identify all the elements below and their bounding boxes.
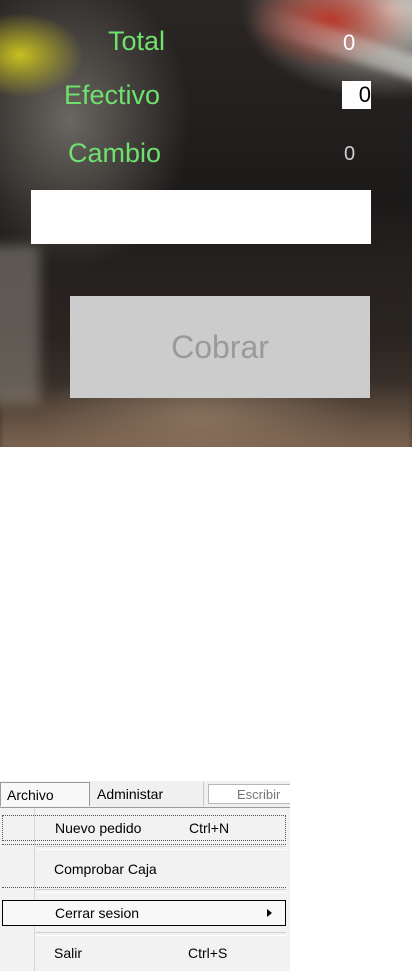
menu-item-label: Comprobar Caja (54, 861, 157, 877)
cash-label: Efectivo (64, 80, 161, 110)
menu-separator (36, 889, 286, 893)
menu-separator (36, 846, 286, 850)
archivo-dropdown-menu: Nuevo pedido Ctrl+N Comprobar Caja Cerra… (0, 807, 290, 971)
change-label: Cambio (68, 138, 162, 168)
menu-separator (36, 932, 286, 936)
menu-tab-archivo[interactable]: Archivo (0, 782, 90, 806)
submenu-arrow-icon (267, 909, 272, 917)
menu-item-salir[interactable]: Salir Ctrl+S (2, 941, 286, 967)
menu-tab-administar[interactable]: Administar (91, 782, 204, 806)
menu-item-cerrar-sesion[interactable]: Cerrar sesion (2, 900, 286, 926)
background-photo-highlight (251, 4, 412, 90)
cash-input[interactable] (342, 81, 371, 109)
change-value: 0 (344, 143, 356, 165)
menu-search-input[interactable] (208, 784, 290, 804)
total-value: 0 (343, 30, 356, 55)
charge-button[interactable]: Cobrar (70, 296, 370, 398)
total-label: Total (108, 26, 166, 56)
payment-panel: Total 0 Efectivo Cambio 0 Cobrar (0, 0, 412, 447)
menu-separator (2, 887, 286, 888)
menu-item-label: Nuevo pedido (55, 820, 142, 836)
menu-item-nuevo-pedido[interactable]: Nuevo pedido Ctrl+N (2, 815, 286, 841)
menu-bar: Archivo Administar (0, 781, 290, 807)
menu-item-label: Salir (54, 945, 83, 961)
menu-item-shortcut: Ctrl+S (188, 945, 228, 961)
payment-text-field[interactable] (31, 190, 371, 244)
menu-item-label: Cerrar sesion (55, 905, 140, 921)
menu-item-shortcut: Ctrl+N (189, 820, 230, 836)
menu-item-comprobar-caja[interactable]: Comprobar Caja (2, 857, 286, 883)
menu-area: Archivo Administar Nuevo pedido Ctrl+N C… (0, 781, 290, 971)
menu-separator (2, 844, 286, 845)
